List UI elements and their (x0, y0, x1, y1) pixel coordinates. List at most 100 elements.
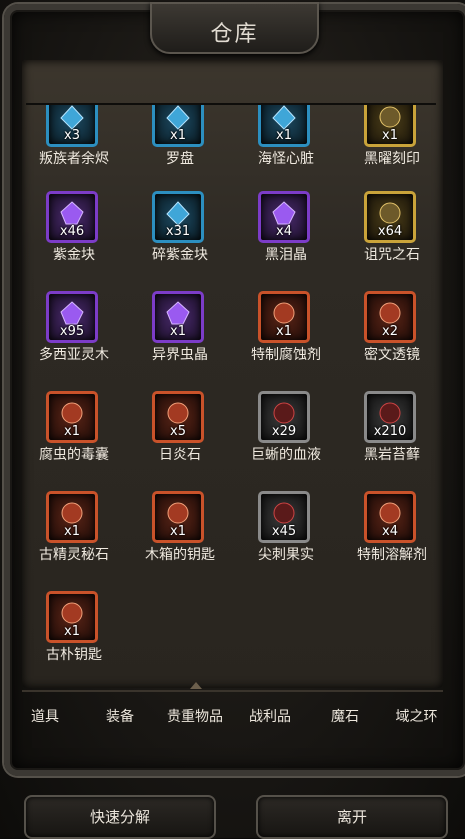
item-count: x1 (170, 324, 186, 339)
spiky-fruit-icon (273, 502, 295, 524)
title-plate: 仓库 (150, 2, 319, 54)
item-name: 特制腐蚀剂 (251, 347, 321, 363)
item-name: 罗盘 (166, 151, 194, 167)
old-key-icon (61, 602, 83, 624)
item-count: x1 (64, 624, 80, 639)
inventory-item[interactable]: x95 多西亚灵木 (22, 291, 126, 387)
inventory-item[interactable]: x1 黑曜刻印 (340, 105, 443, 191)
item-slot[interactable]: x29 (258, 391, 310, 443)
inventory-item[interactable]: x1 古朴钥匙 (22, 591, 126, 665)
item-name: 黑岩苔藓 (364, 447, 420, 463)
item-name: 木箱的钥匙 (145, 547, 215, 563)
black-tear-icon (272, 201, 296, 225)
item-slot[interactable]: x1 (258, 105, 310, 147)
inventory-item[interactable]: x1 古精灵秘石 (22, 491, 126, 587)
item-slot[interactable]: x2 (364, 291, 416, 343)
item-slot[interactable]: x1 (152, 291, 204, 343)
tab-domain-rings[interactable]: 域之环 (390, 702, 443, 732)
item-count: x1 (276, 324, 292, 339)
item-count: x4 (382, 524, 398, 539)
inventory-item[interactable]: x1 腐虫的毒囊 (22, 391, 126, 487)
item-name: 古精灵秘石 (39, 547, 109, 563)
item-name: 尖刺果实 (258, 547, 314, 563)
item-name: 黑曜刻印 (364, 151, 420, 167)
inventory-item[interactable]: x2 密文透镜 (340, 291, 443, 387)
item-slot[interactable]: x64 (364, 191, 416, 243)
crystal-shard-icon (166, 201, 190, 226)
inventory-item[interactable]: x31 碎紫金块 (128, 191, 232, 287)
tab-magic-stones[interactable]: 魔石 (322, 702, 368, 732)
item-count: x29 (271, 424, 297, 439)
item-name: 碎紫金块 (152, 247, 208, 263)
item-name: 日炎石 (159, 447, 201, 463)
potion-icon (379, 502, 401, 524)
item-slot[interactable]: x3 (46, 105, 98, 147)
item-slot[interactable]: x95 (46, 291, 98, 343)
item-slot[interactable]: x46 (46, 191, 98, 243)
item-count: x210 (373, 424, 407, 439)
item-slot[interactable]: x5 (152, 391, 204, 443)
item-count: x64 (377, 224, 403, 239)
item-name: 紫金块 (53, 247, 95, 263)
item-name: 腐虫的毒囊 (39, 447, 109, 463)
lens-icon (379, 302, 401, 324)
inventory-item[interactable]: x1 罗盘 (128, 105, 232, 191)
item-name: 古朴钥匙 (46, 647, 102, 663)
inventory-item[interactable]: x3 叛族者余烬 (22, 105, 126, 191)
item-slot[interactable]: x4 (364, 491, 416, 543)
obsidian-icon (379, 106, 401, 128)
item-slot[interactable]: x4 (258, 191, 310, 243)
item-count: x1 (276, 128, 292, 143)
tab-bar-divider (22, 690, 443, 692)
tab-items[interactable]: 道具 (22, 702, 68, 732)
inventory-item[interactable]: x1 特制腐蚀剂 (234, 291, 338, 387)
item-count: x46 (59, 224, 85, 239)
inventory-item[interactable]: x5 日炎石 (128, 391, 232, 487)
item-slot[interactable]: x1 (46, 391, 98, 443)
item-count: x45 (271, 524, 297, 539)
wood-icon (60, 301, 84, 325)
inventory-item[interactable]: x45 尖刺果实 (234, 491, 338, 587)
item-slot[interactable]: x1 (152, 105, 204, 147)
item-slot[interactable]: x210 (364, 391, 416, 443)
tab-equipment[interactable]: 装备 (96, 702, 144, 732)
tab-loot[interactable]: 战利品 (242, 702, 298, 732)
item-count: x31 (165, 224, 191, 239)
item-slot[interactable]: x1 (46, 591, 98, 643)
item-slot[interactable]: x1 (258, 291, 310, 343)
inventory-item[interactable]: x4 特制溶解剂 (340, 491, 443, 587)
cursed-stone-icon (379, 202, 401, 224)
item-count: x1 (170, 128, 186, 143)
item-name: 诅咒之石 (364, 247, 420, 263)
item-slot[interactable]: x31 (152, 191, 204, 243)
item-name: 巨蜥的血液 (251, 447, 321, 463)
inventory-item[interactable]: x1 异界虫晶 (128, 291, 232, 387)
leave-button[interactable]: 离开 (256, 795, 448, 839)
item-count: x95 (59, 324, 85, 339)
item-slot[interactable]: x1 (46, 491, 98, 543)
inventory-item[interactable]: x64 诅咒之石 (340, 191, 443, 287)
inventory-item[interactable]: x46 紫金块 (22, 191, 126, 287)
blood-icon (273, 402, 295, 424)
quick-decompose-button[interactable]: 快速分解 (24, 795, 216, 839)
inventory-item[interactable]: x210 黑岩苔藓 (340, 391, 443, 487)
insect-crystal-icon (166, 301, 190, 325)
inventory-item[interactable]: x29 巨蜥的血液 (234, 391, 338, 487)
inventory-item[interactable]: x4 黑泪晶 (234, 191, 338, 287)
item-count: x4 (276, 224, 292, 239)
item-slot[interactable]: x45 (258, 491, 310, 543)
item-name: 叛族者余烬 (39, 151, 109, 167)
ember-icon (60, 105, 84, 130)
tab-valuables[interactable]: 贵重物品 (162, 702, 228, 732)
active-tab-caret (190, 682, 202, 689)
item-count: x1 (382, 128, 398, 143)
compass-icon (166, 105, 190, 130)
item-slot[interactable]: x1 (152, 491, 204, 543)
item-name: 黑泪晶 (265, 247, 307, 263)
venom-sac-icon (61, 402, 83, 424)
tab-bar: 道具 装备 贵重物品 战利品 魔石 域之环 (22, 682, 443, 746)
item-slot[interactable]: x1 (364, 105, 416, 147)
heart-icon (272, 105, 296, 130)
inventory-item[interactable]: x1 海怪心脏 (234, 105, 338, 191)
inventory-item[interactable]: x1 木箱的钥匙 (128, 491, 232, 587)
